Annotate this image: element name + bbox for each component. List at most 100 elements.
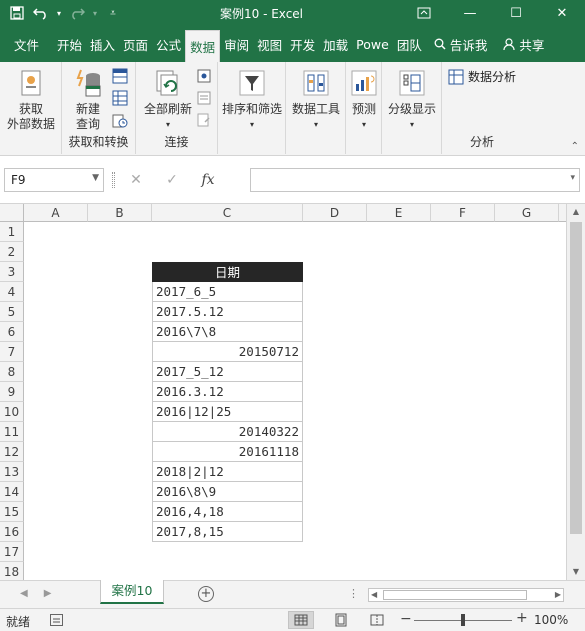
save-icon[interactable]	[6, 3, 28, 23]
row-header[interactable]: 11	[0, 422, 24, 442]
recent-sources-icon[interactable]	[112, 112, 128, 128]
tab-review[interactable]: 审阅	[220, 26, 253, 62]
tab-team[interactable]: 团队	[393, 26, 426, 62]
zoom-out-button[interactable]: −	[400, 611, 412, 627]
macro-record-icon[interactable]	[50, 614, 63, 626]
collapse-ribbon-icon[interactable]: ⌃	[571, 141, 579, 152]
page-break-view-icon[interactable]	[364, 611, 390, 629]
column-header-f[interactable]: F	[431, 204, 495, 222]
column-header-h[interactable]	[559, 204, 566, 222]
row-header[interactable]: 7	[0, 342, 24, 362]
row-header[interactable]: 4	[0, 282, 24, 302]
maximize-icon[interactable]: ☐	[493, 0, 539, 26]
name-box-dropdown-icon[interactable]: ▼	[92, 173, 99, 183]
row-header[interactable]: 17	[0, 542, 24, 562]
vertical-scroll-thumb[interactable]	[570, 222, 582, 534]
refresh-dropdown-icon[interactable]: ▾	[166, 117, 170, 132]
ribbon-options-icon[interactable]	[401, 0, 447, 26]
outline-button[interactable]: 分级显示 ▾	[382, 68, 442, 132]
from-table-icon[interactable]	[112, 90, 128, 106]
redo-icon[interactable]	[66, 3, 88, 23]
horizontal-scrollbar[interactable]: ◀ ▶	[368, 588, 564, 602]
tab-page-layout[interactable]: 页面	[119, 26, 152, 62]
tab-split-handle[interactable]: ⋮	[348, 587, 359, 600]
row-header[interactable]: 15	[0, 502, 24, 522]
enter-icon[interactable]: ✓	[154, 172, 190, 188]
horizontal-scroll-thumb[interactable]	[383, 590, 527, 600]
column-header-a[interactable]: A	[24, 204, 88, 222]
column-header-e[interactable]: E	[367, 204, 431, 222]
table-cell[interactable]: 2016\7\8	[152, 322, 303, 342]
sheet-next-icon[interactable]: ▶	[44, 588, 52, 599]
formula-input[interactable]: ▾	[250, 168, 580, 192]
column-header-b[interactable]: B	[88, 204, 152, 222]
table-header-date[interactable]: 日期	[152, 262, 303, 282]
zoom-percentage[interactable]: 100%	[534, 613, 568, 627]
insert-function-icon[interactable]: fx	[190, 172, 226, 188]
row-header[interactable]: 14	[0, 482, 24, 502]
scroll-right-icon[interactable]: ▶	[555, 589, 561, 601]
table-cell[interactable]: 2016.3.12	[152, 382, 303, 402]
show-queries-icon[interactable]	[112, 68, 128, 84]
row-header[interactable]: 13	[0, 462, 24, 482]
undo-icon[interactable]	[30, 3, 52, 23]
row-header[interactable]: 18	[0, 562, 24, 580]
tab-power-pivot[interactable]: Powe	[352, 26, 393, 62]
forecast-button[interactable]: 预测 ▾	[346, 68, 382, 132]
scroll-left-icon[interactable]: ◀	[371, 589, 377, 601]
connections-icon[interactable]	[196, 68, 212, 84]
page-layout-view-icon[interactable]	[328, 611, 354, 629]
column-header-g[interactable]: G	[495, 204, 559, 222]
redo-dropdown-icon[interactable]: ▾	[90, 3, 100, 23]
row-header[interactable]: 16	[0, 522, 24, 542]
customize-qat-icon[interactable]: ⩡	[102, 3, 124, 23]
row-header[interactable]: 12	[0, 442, 24, 462]
close-icon[interactable]: ✕	[539, 0, 585, 26]
table-cell[interactable]: 20140322	[152, 422, 303, 442]
table-cell[interactable]: 2016\8\9	[152, 482, 303, 502]
cancel-icon[interactable]: ✕	[118, 172, 154, 188]
row-header[interactable]: 1	[0, 222, 24, 242]
row-header[interactable]: 10	[0, 402, 24, 422]
tab-developer[interactable]: 开发	[286, 26, 319, 62]
normal-view-icon[interactable]	[288, 611, 314, 629]
tab-addins[interactable]: 加载	[319, 26, 352, 62]
edit-links-icon[interactable]	[196, 112, 212, 128]
select-all-corner[interactable]	[0, 204, 24, 222]
table-cell[interactable]: 20150712	[152, 342, 303, 362]
new-query-button[interactable]: 新建 查询	[66, 68, 110, 132]
table-cell[interactable]: 2017_5_12	[152, 362, 303, 382]
table-cell[interactable]: 2018|2|12	[152, 462, 303, 482]
name-box[interactable]: F9 ▼	[4, 168, 104, 192]
row-header[interactable]: 9	[0, 382, 24, 402]
row-header[interactable]: 5	[0, 302, 24, 322]
scroll-up-icon[interactable]: ▲	[567, 204, 585, 220]
tab-view[interactable]: 视图	[253, 26, 286, 62]
table-cell[interactable]: 2017_6_5	[152, 282, 303, 302]
sort-filter-button[interactable]: 排序和筛选 ▾	[218, 68, 286, 132]
row-header[interactable]: 6	[0, 322, 24, 342]
sheet-prev-icon[interactable]: ◀	[20, 588, 28, 599]
get-external-data-button[interactable]: 获取 外部数据	[0, 68, 62, 132]
tab-formulas[interactable]: 公式	[152, 26, 185, 62]
expand-formula-icon[interactable]: ▾	[570, 173, 575, 183]
tab-file[interactable]: 文件	[0, 26, 53, 62]
column-header-d[interactable]: D	[303, 204, 367, 222]
row-header[interactable]: 3	[0, 262, 24, 282]
tab-insert[interactable]: 插入	[86, 26, 119, 62]
tab-home[interactable]: 开始	[53, 26, 86, 62]
refresh-all-button[interactable]: 全部刷新 ▾	[138, 68, 198, 132]
table-cell[interactable]: 2017,8,15	[152, 522, 303, 542]
row-header[interactable]: 8	[0, 362, 24, 382]
undo-dropdown-icon[interactable]: ▾	[54, 3, 64, 23]
minimize-icon[interactable]: —	[447, 0, 493, 26]
scroll-down-icon[interactable]: ▼	[567, 564, 585, 580]
sheet-tab-active[interactable]: 案例10	[100, 580, 164, 604]
column-header-c[interactable]: C	[152, 204, 303, 222]
table-cell[interactable]: 2016,4,18	[152, 502, 303, 522]
formula-bar-grip[interactable]	[112, 172, 115, 188]
worksheet-grid[interactable]: A B C D E F G 1 2 3 4 5 6 7 8 9 10 11 12 13 14 15 16 17 1…	[0, 204, 566, 580]
zoom-in-button[interactable]: +	[516, 610, 528, 626]
data-analysis-button[interactable]: 数据分析	[448, 68, 516, 85]
properties-icon[interactable]	[196, 90, 212, 106]
